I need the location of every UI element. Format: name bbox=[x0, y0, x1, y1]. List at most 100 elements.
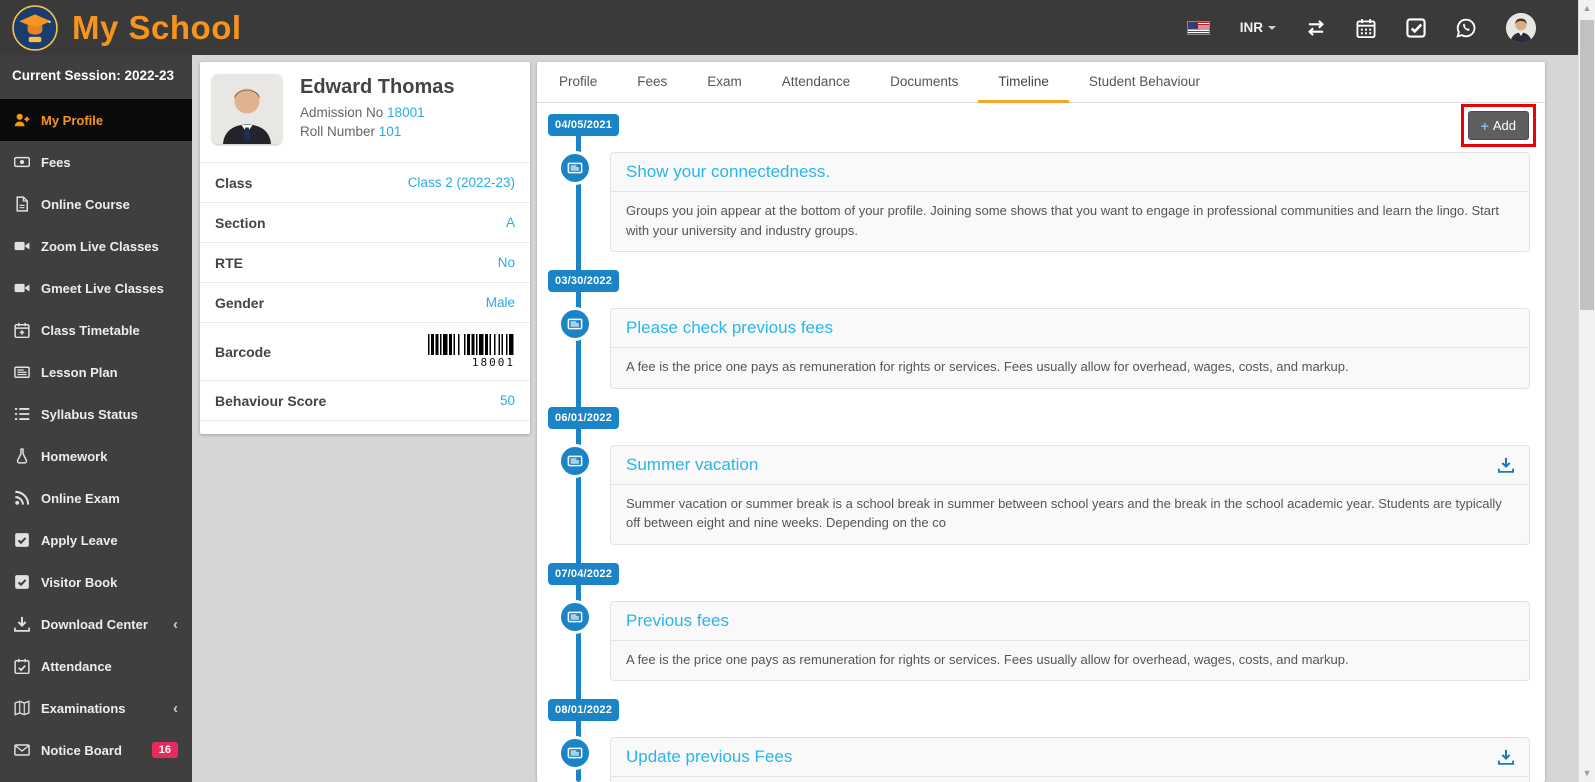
app-window: My School INR Current Session: 2022-23 M… bbox=[0, 0, 1595, 782]
student-photo bbox=[212, 74, 282, 144]
scrollbar-thumb[interactable] bbox=[1580, 20, 1594, 310]
notice-count-badge: 16 bbox=[151, 742, 178, 758]
sidebar-item-label: Class Timetable bbox=[41, 322, 140, 338]
sidebar-item-label: Apply Leave bbox=[41, 532, 118, 548]
calendar-plus-icon bbox=[14, 322, 30, 339]
sidebar-item-gmeet-live-classes[interactable]: Gmeet Live Classes bbox=[0, 267, 192, 309]
admission-line: Admission No 18001 bbox=[300, 105, 425, 120]
file-icon bbox=[14, 196, 30, 212]
sidebar-item-label: Lesson Plan bbox=[41, 364, 118, 380]
tab-fees[interactable]: Fees bbox=[617, 62, 687, 103]
detail-label: Class bbox=[215, 174, 253, 191]
video-icon bbox=[14, 238, 30, 254]
detail-row-barcode: Barcode 18001 bbox=[200, 323, 530, 381]
sidebar-item-label: Examinations bbox=[41, 700, 126, 716]
sidebar-item-download-center[interactable]: Download Center bbox=[0, 603, 192, 645]
tab-label: Timeline bbox=[998, 73, 1049, 89]
tab-student-behaviour[interactable]: Student Behaviour bbox=[1069, 62, 1220, 103]
detail-label: RTE bbox=[215, 254, 243, 271]
timeline-entry-title[interactable]: Please check previous fees bbox=[626, 318, 833, 338]
rss-icon bbox=[14, 490, 30, 506]
sidebar-item-attendance[interactable]: Attendance bbox=[0, 645, 192, 687]
tab-label: Student Behaviour bbox=[1088, 73, 1200, 89]
sidebar-item-label: Visitor Book bbox=[41, 574, 118, 590]
download-icon bbox=[14, 616, 30, 632]
plus-icon: + bbox=[1480, 117, 1489, 134]
sidebar-item-apply-leave[interactable]: Apply Leave bbox=[0, 519, 192, 561]
sidebar-menu: My Profile Fees Online Course Zoom Live … bbox=[0, 99, 192, 771]
detail-value: 50 bbox=[499, 393, 515, 408]
tab-documents[interactable]: Documents bbox=[870, 62, 978, 103]
user-plus-icon bbox=[14, 112, 30, 128]
tab-profile[interactable]: Profile bbox=[539, 62, 617, 103]
timeline-entry-title[interactable]: Show your connectedness. bbox=[626, 162, 830, 182]
tab-exam[interactable]: Exam bbox=[687, 62, 762, 103]
timeline-date-badge: 03/30/2022 bbox=[548, 270, 620, 292]
sidebar-item-syllabus-status[interactable]: Syllabus Status bbox=[0, 393, 192, 435]
timeline-entry-title[interactable]: Summer vacation bbox=[626, 455, 758, 475]
sidebar-item-label: Homework bbox=[41, 448, 108, 464]
sidebar-item-lesson-plan[interactable]: Lesson Plan bbox=[0, 351, 192, 393]
sidebar-item-visitor-book[interactable]: Visitor Book bbox=[0, 561, 192, 603]
sidebar-item-online-course[interactable]: Online Course bbox=[0, 183, 192, 225]
detail-row-section: Section A bbox=[200, 203, 530, 243]
sidebar-item-label: Gmeet Live Classes bbox=[41, 280, 164, 296]
newspaper-icon bbox=[567, 747, 583, 759]
whatsapp-icon[interactable] bbox=[1456, 18, 1476, 38]
download-icon[interactable] bbox=[1498, 457, 1514, 473]
timeline-card: Show your connectedness. Groups you join… bbox=[610, 152, 1530, 252]
timeline-entry-title[interactable]: Previous fees bbox=[626, 611, 729, 631]
timeline-entry-body: A fee is the price one pays as remunerat… bbox=[611, 777, 1529, 782]
add-button[interactable]: + Add bbox=[1467, 111, 1529, 140]
check-square-icon bbox=[14, 532, 30, 548]
timeline-entry-body: Summer vacation or summer break is a sch… bbox=[626, 495, 1502, 531]
tab-timeline[interactable]: Timeline bbox=[978, 62, 1069, 103]
sidebar-item-class-timetable[interactable]: Class Timetable bbox=[0, 309, 192, 351]
newspaper-icon bbox=[567, 318, 583, 330]
sidebar-item-my-profile[interactable]: My Profile bbox=[0, 99, 192, 141]
detail-label: Section bbox=[215, 214, 266, 231]
language-flag-icon[interactable] bbox=[1186, 20, 1210, 35]
window-scrollbar[interactable]: ▲ ▼ bbox=[1578, 0, 1595, 782]
timeline-section: 04/05/2021 Show your connectedness. Grou… bbox=[537, 103, 1545, 782]
annotation-highlight: + Add bbox=[1460, 104, 1536, 147]
timeline-entry-title[interactable]: Update previous Fees bbox=[626, 747, 792, 767]
chevron-left-icon bbox=[173, 701, 178, 716]
scroll-up-arrow[interactable]: ▲ bbox=[1579, 0, 1595, 17]
sidebar-item-notice-board[interactable]: Notice Board 16 bbox=[0, 729, 192, 771]
sidebar-item-label: Online Exam bbox=[41, 490, 120, 506]
timeline-entries: 04/05/2021 Show your connectedness. Grou… bbox=[537, 103, 1545, 782]
sidebar-item-fees[interactable]: Fees bbox=[0, 141, 192, 183]
sidebar-item-homework[interactable]: Homework bbox=[0, 435, 192, 477]
detail-value: A bbox=[505, 215, 515, 230]
sidebar-item-label: Zoom Live Classes bbox=[41, 238, 159, 254]
user-avatar[interactable] bbox=[1506, 12, 1536, 43]
sidebar-nav: Current Session: 2022-23 My Profile Fees… bbox=[0, 55, 192, 782]
sidebar-item-zoom-live-classes[interactable]: Zoom Live Classes bbox=[0, 225, 192, 267]
envelope-icon bbox=[14, 742, 30, 758]
check-square-icon bbox=[14, 574, 30, 590]
download-icon[interactable] bbox=[1498, 749, 1514, 765]
swap-icon[interactable] bbox=[1306, 18, 1326, 38]
tab-attendance[interactable]: Attendance bbox=[762, 62, 870, 103]
brand[interactable]: My School bbox=[0, 4, 420, 51]
scroll-down-arrow[interactable]: ▼ bbox=[1579, 765, 1595, 782]
sidebar-item-label: Syllabus Status bbox=[41, 406, 138, 422]
sidebar-item-label: Notice Board bbox=[41, 742, 122, 758]
newspaper-icon bbox=[567, 455, 583, 466]
timeline-card: Summer vacation Summer vacation or summe… bbox=[610, 444, 1530, 545]
calendar-icon[interactable] bbox=[1356, 18, 1376, 38]
currency-selector[interactable]: INR bbox=[1240, 20, 1276, 35]
detail-row-gender: Gender Male bbox=[200, 283, 530, 323]
sidebar-item-online-exam[interactable]: Online Exam bbox=[0, 477, 192, 519]
task-check-icon[interactable] bbox=[1406, 17, 1426, 38]
tab-label: Exam bbox=[707, 73, 742, 89]
detail-value: No bbox=[497, 255, 515, 270]
detail-value: Class 2 (2022-23) bbox=[407, 175, 515, 190]
timeline-node bbox=[558, 151, 592, 185]
sidebar-item-examinations[interactable]: Examinations bbox=[0, 687, 192, 729]
detail-row-behaviour-score: Behaviour Score 50 bbox=[200, 381, 530, 421]
roll-number: 101 bbox=[378, 124, 402, 139]
detail-row-rte: RTE No bbox=[200, 243, 530, 283]
timeline-node bbox=[558, 307, 592, 341]
